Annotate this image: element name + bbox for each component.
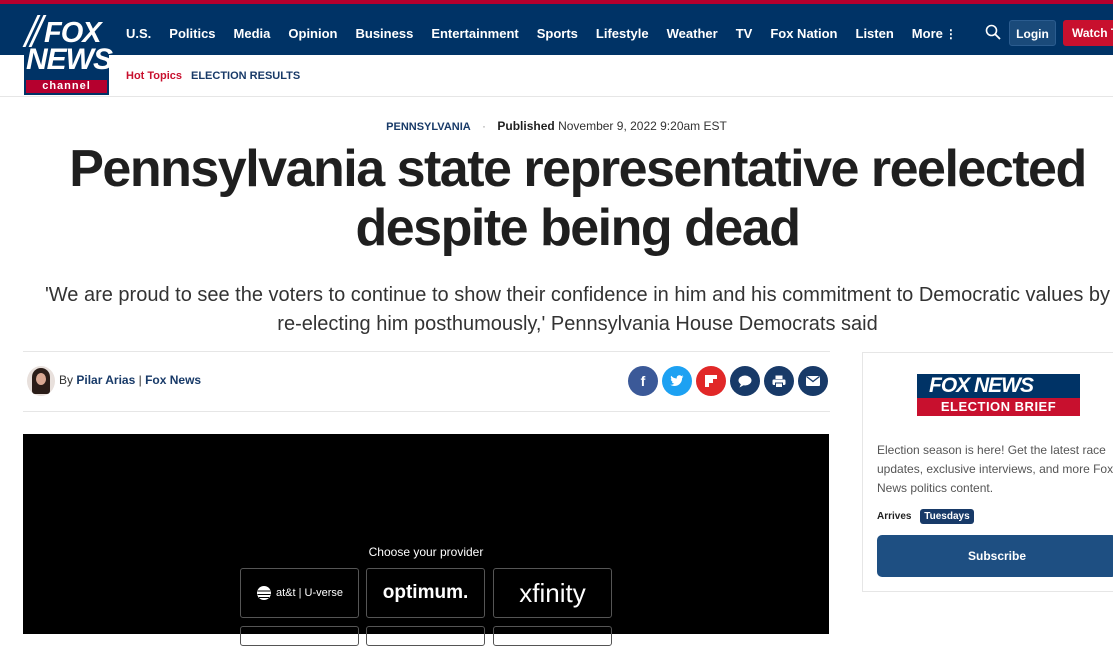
arrives-label: Arrives [877,511,912,522]
nav-item-lifestyle[interactable]: Lifestyle [596,26,649,41]
more-label: More [911,26,943,41]
twitter-bird-glyph [670,375,684,386]
att-globe-icon [256,586,271,600]
published-label: Published [497,119,555,133]
facebook-icon[interactable]: f [628,366,658,396]
share-buttons: f [624,366,828,396]
printer-glyph [772,375,786,388]
nav-item-fox-nation[interactable]: Fox Nation [770,26,837,41]
top-navigation-bar: U.S. Politics Media Opinion Business Ent… [0,0,1113,55]
provider-optimum[interactable]: optimum. [366,568,485,618]
newsletter-description: Election season is here! Get the latest … [877,443,1113,495]
print-icon[interactable] [764,366,794,396]
flipboard-glyph [705,375,717,387]
byline-separator: | [138,373,142,387]
hot-topics-link[interactable]: Hot Topics [126,70,182,82]
kebab-icon: ⋮ [944,27,957,41]
comments-icon[interactable] [730,366,760,396]
outlet-link[interactable]: Fox News [145,373,201,387]
envelope-glyph [806,376,820,386]
choose-provider-label: Choose your provider [368,545,484,559]
video-player[interactable]: Choose your provider at&t | U-verse opti… [23,434,829,646]
nav-item-sports[interactable]: Sports [537,26,578,41]
byline-bar: By Pilar Arias | Fox News f [23,351,830,412]
nav-item-tv[interactable]: TV [736,26,753,41]
twitter-icon[interactable] [662,366,692,396]
speech-bubble-glyph [738,375,752,387]
article-meta: PENNSYLVANIA · Published November 9, 202… [0,119,1113,133]
nav-item-weather[interactable]: Weather [667,26,718,41]
badge-election-brief: ELECTION BRIEF [917,398,1080,416]
search-icon[interactable] [985,24,1001,40]
nav-item-media[interactable]: Media [234,26,271,41]
email-icon[interactable] [798,366,828,396]
arrives-row: Arrives Tuesdays [877,509,974,524]
provider-label: optimum. [382,582,469,603]
nav-item-more[interactable]: More ⋮ [912,26,957,41]
provider-att-uverse[interactable]: at&t | U-verse [240,568,359,618]
nav-item-us[interactable]: U.S. [126,26,151,41]
fox-news-logo[interactable]: FOX NEWS channel [22,11,113,95]
nav-item-entertainment[interactable]: Entertainment [431,26,518,41]
byline-prefix: By [59,373,74,387]
category-link[interactable]: PENNSYLVANIA [386,121,471,133]
article-subhead: 'We are proud to see the voters to conti… [44,284,1111,335]
logo-text-channel: channel [26,80,107,93]
logo-text-news: NEWS [26,43,113,76]
provider-tile[interactable] [240,626,359,646]
article-headline: Pennsylvania state representative reelec… [69,140,1087,257]
avatar-face [36,373,46,385]
author-link[interactable]: Pilar Arias [76,373,135,387]
election-brief-badge: FOX NEWS ELECTION BRIEF [917,374,1080,418]
watch-tv-button[interactable]: Watch TV [1063,20,1113,46]
login-button[interactable]: Login [1009,20,1056,46]
election-results-link[interactable]: ELECTION RESULTS [191,70,300,82]
provider-tile[interactable] [493,626,612,646]
provider-label: at&t | U-verse [275,587,344,599]
provider-tile[interactable] [366,626,485,646]
published-date: November 9, 2022 9:20am EST [558,119,727,133]
main-nav: U.S. Politics Media Opinion Business Ent… [126,8,975,59]
flipboard-icon[interactable] [696,366,726,396]
subscribe-button[interactable]: Subscribe [877,535,1113,577]
secondary-nav: Hot Topics ELECTION RESULTS [0,55,1113,97]
provider-xfinity[interactable]: xfinity [493,568,612,618]
nav-item-business[interactable]: Business [356,26,414,41]
meta-separator: · [482,119,487,133]
nav-item-listen[interactable]: Listen [856,26,894,41]
nav-item-politics[interactable]: Politics [169,26,215,41]
author-avatar[interactable] [27,366,55,396]
provider-label: xfinity [519,577,586,608]
election-brief-newsletter: FOX NEWS ELECTION BRIEF Election season … [862,352,1113,592]
arrives-day-badge: Tuesdays [920,509,974,524]
byline-text: By Pilar Arias | Fox News [59,373,201,387]
nav-item-opinion[interactable]: Opinion [288,26,337,41]
badge-fox-news: FOX NEWS [917,374,1080,398]
